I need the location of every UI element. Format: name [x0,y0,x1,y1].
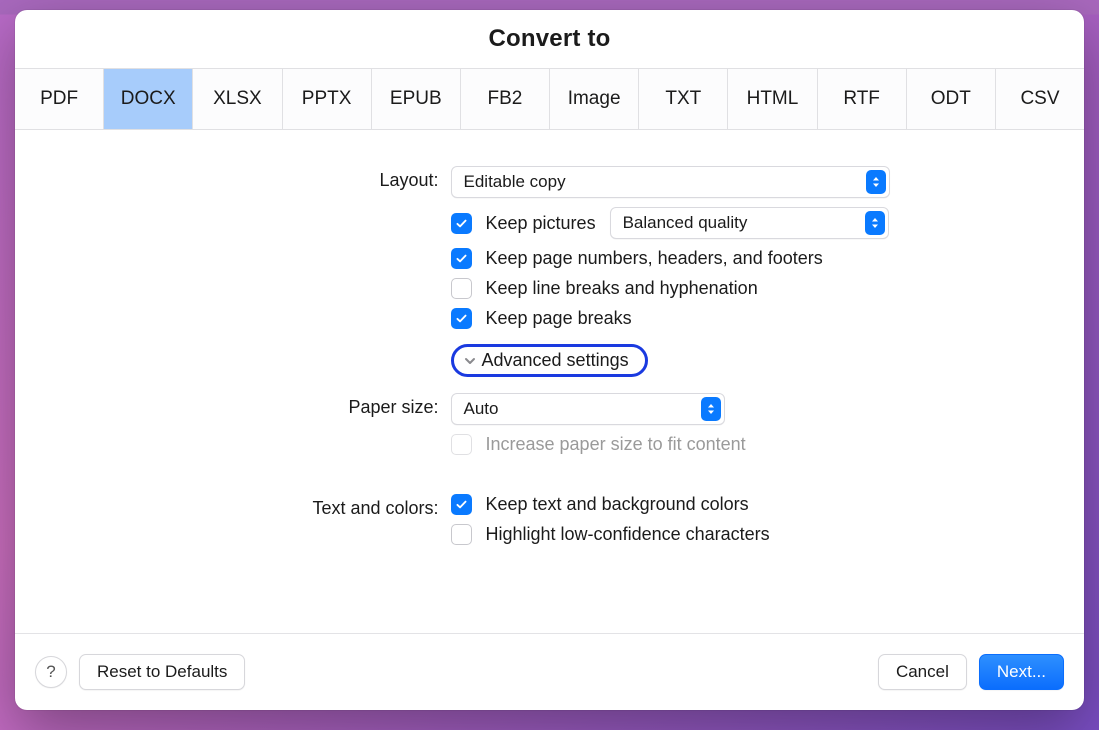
cancel-button[interactable]: Cancel [878,654,967,690]
paper-size-value: Auto [464,399,499,419]
tab-image[interactable]: Image [550,69,639,129]
reset-defaults-button[interactable]: Reset to Defaults [79,654,245,690]
updown-icon [865,211,885,235]
keep-headers-checkbox[interactable] [451,248,472,269]
keep-pagebreaks-checkbox[interactable] [451,308,472,329]
tab-html[interactable]: HTML [728,69,817,129]
picture-quality-value: Balanced quality [623,213,748,233]
tab-xlsx[interactable]: XLSX [193,69,282,129]
advanced-settings-label: Advanced settings [482,350,629,371]
increase-paper-label: Increase paper size to fit content [486,434,746,455]
check-icon [455,217,468,230]
increase-paper-checkbox [451,434,472,455]
check-icon [455,252,468,265]
updown-icon [866,170,886,194]
picture-quality-select[interactable]: Balanced quality [610,207,889,239]
paper-size-label: Paper size: [348,393,438,418]
tab-rtf[interactable]: RTF [818,69,907,129]
tab-fb2[interactable]: FB2 [461,69,550,129]
keep-colors-label[interactable]: Keep text and background colors [486,494,749,515]
dialog-content: Layout: Editable copy Keep pictures [15,130,1084,633]
chevron-down-icon [464,355,476,367]
advanced-settings-toggle[interactable]: Advanced settings [451,344,648,377]
paper-size-select[interactable]: Auto [451,393,725,425]
highlight-low-label[interactable]: Highlight low-confidence characters [486,524,770,545]
tab-docx[interactable]: DOCX [104,69,193,129]
help-button[interactable]: ? [35,656,67,688]
layout-select-value: Editable copy [464,172,566,192]
updown-icon [701,397,721,421]
dialog-title: Convert to [15,10,1084,68]
keep-pictures-label[interactable]: Keep pictures [486,213,596,234]
next-button[interactable]: Next... [979,654,1064,690]
tab-txt[interactable]: TXT [639,69,728,129]
keep-linebreaks-label[interactable]: Keep line breaks and hyphenation [486,278,758,299]
keep-headers-label[interactable]: Keep page numbers, headers, and footers [486,248,823,269]
keep-colors-checkbox[interactable] [451,494,472,515]
tab-pdf[interactable]: PDF [15,69,104,129]
keep-linebreaks-checkbox[interactable] [451,278,472,299]
check-icon [455,498,468,511]
tab-pptx[interactable]: PPTX [283,69,372,129]
text-colors-label: Text and colors: [312,494,438,519]
keep-pagebreaks-label[interactable]: Keep page breaks [486,308,632,329]
layout-select[interactable]: Editable copy [451,166,890,198]
layout-label: Layout: [379,166,438,191]
tab-epub[interactable]: EPUB [372,69,461,129]
check-icon [455,312,468,325]
keep-pictures-checkbox[interactable] [451,213,472,234]
tab-odt[interactable]: ODT [907,69,996,129]
format-tabs: PDF DOCX XLSX PPTX EPUB FB2 Image TXT HT… [15,68,1084,130]
dialog-footer: ? Reset to Defaults Cancel Next... [15,633,1084,710]
convert-dialog: Convert to PDF DOCX XLSX PPTX EPUB FB2 I… [15,10,1084,710]
tab-csv[interactable]: CSV [996,69,1084,129]
highlight-low-checkbox[interactable] [451,524,472,545]
